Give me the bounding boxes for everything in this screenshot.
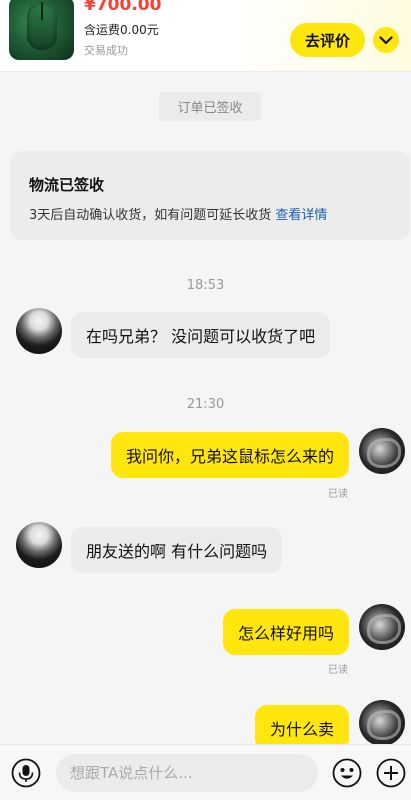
message-input[interactable] (56, 754, 318, 792)
review-button[interactable]: 去评价 (290, 23, 365, 57)
order-header: ¥700.00 含运费0.00元 交易成功 去评价 (0, 0, 411, 72)
order-price: ¥700.00 (84, 0, 162, 15)
self-avatar[interactable] (359, 604, 405, 650)
view-details-link[interactable]: 查看详情 (275, 208, 327, 223)
logistics-desc-text: 3天后自动确认收货，如有问题可延长收货 (29, 208, 272, 223)
read-receipt: 已读 (328, 665, 348, 676)
order-signed-notice: 订单已签收 (159, 92, 261, 121)
message-timestamp: 21:30 (186, 397, 225, 412)
mouse-seam (41, 2, 43, 20)
peer-avatar[interactable] (16, 522, 62, 568)
product-thumbnail[interactable] (9, 0, 74, 60)
peer-avatar[interactable] (16, 308, 62, 354)
read-receipt: 已读 (328, 489, 348, 500)
self-avatar[interactable] (359, 428, 405, 474)
peer-message-bubble[interactable]: 在吗兄弟？ 没问题可以收货了吧 (71, 312, 331, 358)
self-avatar[interactable] (359, 700, 405, 746)
trade-status: 交易成功 (84, 44, 128, 57)
logistics-title: 物流已签收 (29, 176, 105, 194)
microphone-icon[interactable] (11, 758, 41, 788)
chevron-down-icon[interactable] (373, 27, 399, 53)
shipping-fee: 含运费0.00元 (84, 23, 159, 37)
emoji-smile-icon[interactable] (332, 758, 362, 788)
message-timestamp: 18:53 (186, 278, 225, 293)
peer-message-bubble[interactable]: 朋友送的啊 有什么问题吗 (71, 527, 283, 573)
self-message-bubble[interactable]: 我问你，兄弟这鼠标怎么来的 (110, 432, 349, 478)
logistics-card[interactable]: 物流已签收 3天后自动确认收货，如有问题可延长收货 查看详情 (10, 151, 410, 240)
logistics-description: 3天后自动确认收货，如有问题可延长收货 查看详情 (29, 204, 327, 223)
self-message-bubble[interactable]: 怎么样好用吗 (222, 609, 349, 655)
plus-circle-icon[interactable] (376, 758, 406, 788)
message-input-bar (0, 744, 411, 800)
